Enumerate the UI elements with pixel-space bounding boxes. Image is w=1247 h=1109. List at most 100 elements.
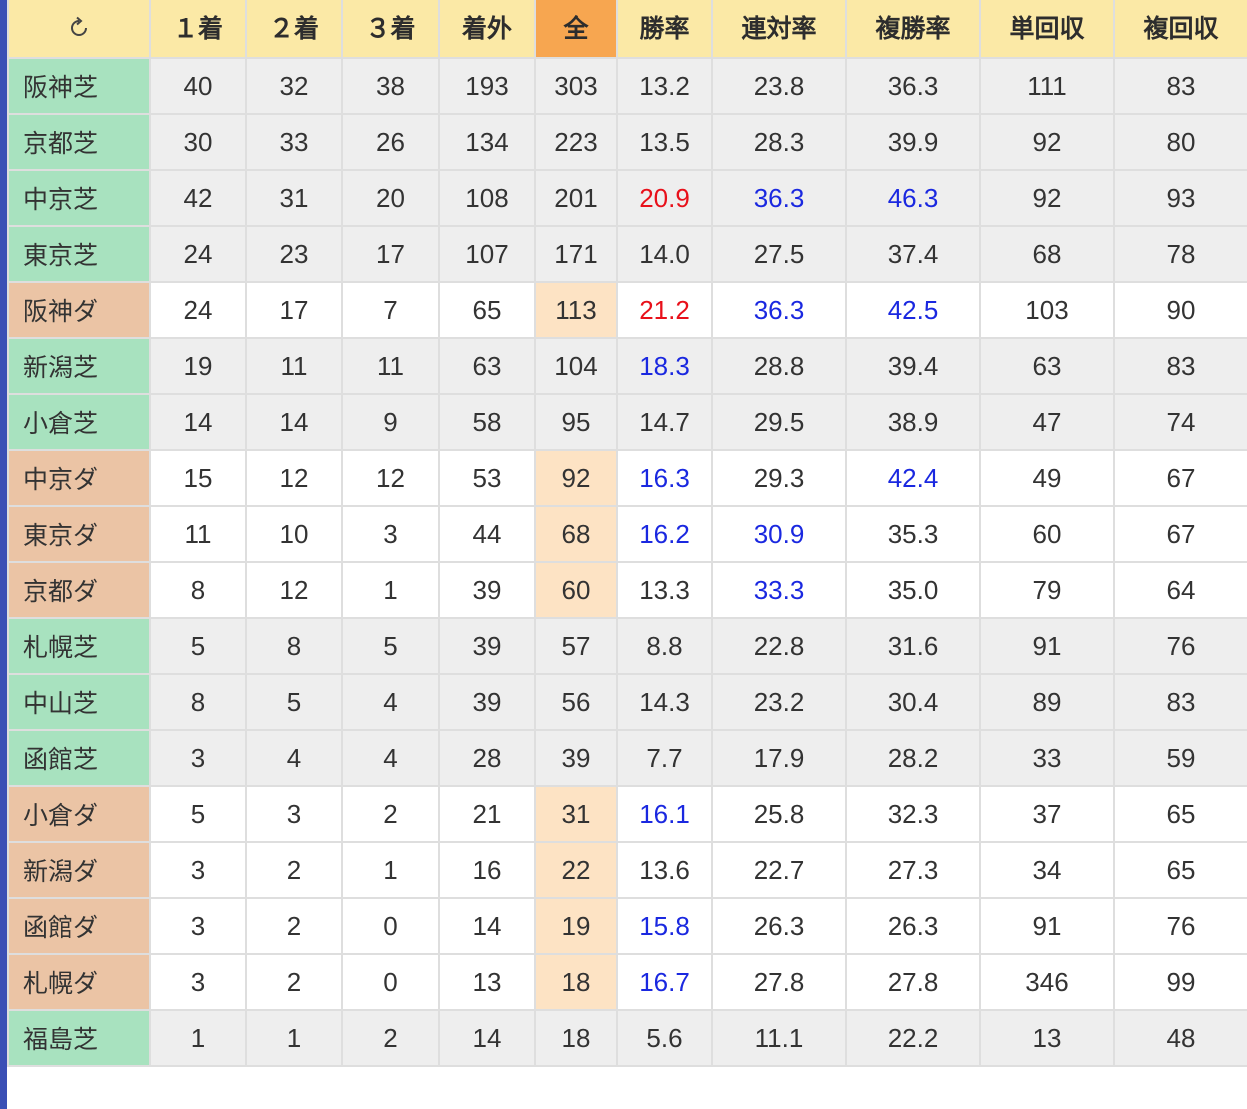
table-row[interactable]: 中京ダ 15 12 12 53 92 16.3 29.3 42.4 49 67 <box>7 449 1247 507</box>
col-header-third[interactable]: ３着 <box>341 0 440 59</box>
table-row[interactable]: 中山芝 8 5 4 39 56 14.3 23.2 30.4 89 83 <box>7 673 1247 731</box>
cell-show-rate: 36.3 <box>845 57 981 115</box>
cell-venue[interactable]: 阪神芝 <box>7 57 151 115</box>
cell-first: 24 <box>149 281 247 339</box>
table-row[interactable]: 京都ダ 8 12 1 39 60 13.3 33.3 35.0 79 64 <box>7 561 1247 619</box>
cell-show-return: 90 <box>1113 281 1247 339</box>
cell-show-rate: 38.9 <box>845 393 981 451</box>
cell-win-return: 91 <box>979 897 1115 955</box>
col-header-show-rate[interactable]: 複勝率 <box>845 0 981 59</box>
cell-third: 9 <box>341 393 440 451</box>
cell-third: 0 <box>341 897 440 955</box>
refresh-button[interactable] <box>7 0 151 59</box>
cell-show-rate: 39.4 <box>845 337 981 395</box>
cell-third: 1 <box>341 841 440 899</box>
table-row[interactable]: 札幌芝 5 8 5 39 57 8.8 22.8 31.6 91 76 <box>7 617 1247 675</box>
cell-venue[interactable]: 京都芝 <box>7 113 151 171</box>
cell-venue[interactable]: 東京芝 <box>7 225 151 283</box>
cell-quinella-rate: 29.3 <box>711 449 847 507</box>
cell-show-rate: 37.4 <box>845 225 981 283</box>
cell-total: 92 <box>534 449 618 507</box>
col-header-first[interactable]: １着 <box>149 0 247 59</box>
cell-win-return: 37 <box>979 785 1115 843</box>
table-row[interactable]: 東京ダ 11 10 3 44 68 16.2 30.9 35.3 60 67 <box>7 505 1247 563</box>
cell-show-return: 80 <box>1113 113 1247 171</box>
cell-venue[interactable]: 小倉ダ <box>7 785 151 843</box>
cell-quinella-rate: 28.3 <box>711 113 847 171</box>
cell-third: 3 <box>341 505 440 563</box>
cell-first: 19 <box>149 337 247 395</box>
cell-third: 12 <box>341 449 440 507</box>
cell-venue[interactable]: 中京芝 <box>7 169 151 227</box>
table-row[interactable]: 京都芝 30 33 26 134 223 13.5 28.3 39.9 92 80 <box>7 113 1247 171</box>
cell-venue[interactable]: 函館ダ <box>7 897 151 955</box>
table-row[interactable]: 新潟ダ 3 2 1 16 22 13.6 22.7 27.3 34 65 <box>7 841 1247 899</box>
table-row[interactable]: 中京芝 42 31 20 108 201 20.9 36.3 46.3 92 93 <box>7 169 1247 227</box>
cell-second: 32 <box>245 57 343 115</box>
col-header-out[interactable]: 着外 <box>438 0 536 59</box>
cell-second: 2 <box>245 841 343 899</box>
cell-out: 39 <box>438 673 536 731</box>
cell-second: 2 <box>245 897 343 955</box>
cell-total: 18 <box>534 1009 618 1067</box>
cell-venue[interactable]: 小倉芝 <box>7 393 151 451</box>
table-row[interactable]: 函館ダ 3 2 0 14 19 15.8 26.3 26.3 91 76 <box>7 897 1247 955</box>
cell-out: 108 <box>438 169 536 227</box>
cell-venue[interactable]: 中山芝 <box>7 673 151 731</box>
cell-show-return: 65 <box>1113 785 1247 843</box>
cell-first: 8 <box>149 561 247 619</box>
cell-second: 11 <box>245 337 343 395</box>
col-header-quinella-rate[interactable]: 連対率 <box>711 0 847 59</box>
cell-win-return: 346 <box>979 953 1115 1011</box>
table-row[interactable]: 東京芝 24 23 17 107 171 14.0 27.5 37.4 68 78 <box>7 225 1247 283</box>
cell-venue[interactable]: 新潟ダ <box>7 841 151 899</box>
table-row[interactable]: 小倉芝 14 14 9 58 95 14.7 29.5 38.9 47 74 <box>7 393 1247 451</box>
cell-show-rate: 35.0 <box>845 561 981 619</box>
cell-venue[interactable]: 福島芝 <box>7 1009 151 1067</box>
cell-total: 56 <box>534 673 618 731</box>
cell-venue[interactable]: 中京ダ <box>7 449 151 507</box>
col-header-show-return[interactable]: 複回収 <box>1113 0 1247 59</box>
cell-third: 38 <box>341 57 440 115</box>
cell-second: 12 <box>245 449 343 507</box>
table-row[interactable]: 函館芝 3 4 4 28 39 7.7 17.9 28.2 33 59 <box>7 729 1247 787</box>
col-header-second[interactable]: ２着 <box>245 0 343 59</box>
cell-win-rate: 16.2 <box>616 505 713 563</box>
table-row[interactable]: 新潟芝 19 11 11 63 104 18.3 28.8 39.4 63 83 <box>7 337 1247 395</box>
cell-win-rate: 13.5 <box>616 113 713 171</box>
table-row[interactable]: 札幌ダ 3 2 0 13 18 16.7 27.8 27.8 346 99 <box>7 953 1247 1011</box>
table-row[interactable]: 阪神芝 40 32 38 193 303 13.2 23.8 36.3 111 83 <box>7 57 1247 115</box>
cell-venue[interactable]: 阪神ダ <box>7 281 151 339</box>
cell-venue[interactable]: 京都ダ <box>7 561 151 619</box>
venue-stats-table: １着 ２着 ３着 着外 全 勝率 連対率 複勝率 単回収 複回収 阪神芝 40 32… <box>7 0 1247 1067</box>
cell-win-rate: 20.9 <box>616 169 713 227</box>
cell-win-return: 92 <box>979 169 1115 227</box>
cell-first: 5 <box>149 617 247 675</box>
cell-venue[interactable]: 東京ダ <box>7 505 151 563</box>
table-row[interactable]: 阪神ダ 24 17 7 65 113 21.2 36.3 42.5 103 90 <box>7 281 1247 339</box>
cell-venue[interactable]: 札幌芝 <box>7 617 151 675</box>
cell-quinella-rate: 22.8 <box>711 617 847 675</box>
cell-win-return: 47 <box>979 393 1115 451</box>
cell-total: 113 <box>534 281 618 339</box>
cell-third: 17 <box>341 225 440 283</box>
cell-venue[interactable]: 新潟芝 <box>7 337 151 395</box>
col-header-total[interactable]: 全 <box>534 0 618 59</box>
cell-show-rate: 42.4 <box>845 449 981 507</box>
cell-out: 44 <box>438 505 536 563</box>
cell-win-return: 111 <box>979 57 1115 115</box>
table-row[interactable]: 福島芝 1 1 2 14 18 5.6 11.1 22.2 13 48 <box>7 1009 1247 1067</box>
cell-first: 3 <box>149 897 247 955</box>
refresh-icon <box>71 16 87 36</box>
cell-venue[interactable]: 札幌ダ <box>7 953 151 1011</box>
col-header-win-return[interactable]: 単回収 <box>979 0 1115 59</box>
cell-total: 22 <box>534 841 618 899</box>
table-row[interactable]: 小倉ダ 5 3 2 21 31 16.1 25.8 32.3 37 65 <box>7 785 1247 843</box>
cell-show-rate: 27.3 <box>845 841 981 899</box>
cell-quinella-rate: 25.8 <box>711 785 847 843</box>
col-header-win-rate[interactable]: 勝率 <box>616 0 713 59</box>
cell-win-return: 68 <box>979 225 1115 283</box>
cell-venue[interactable]: 函館芝 <box>7 729 151 787</box>
cell-show-return: 78 <box>1113 225 1247 283</box>
cell-win-return: 33 <box>979 729 1115 787</box>
